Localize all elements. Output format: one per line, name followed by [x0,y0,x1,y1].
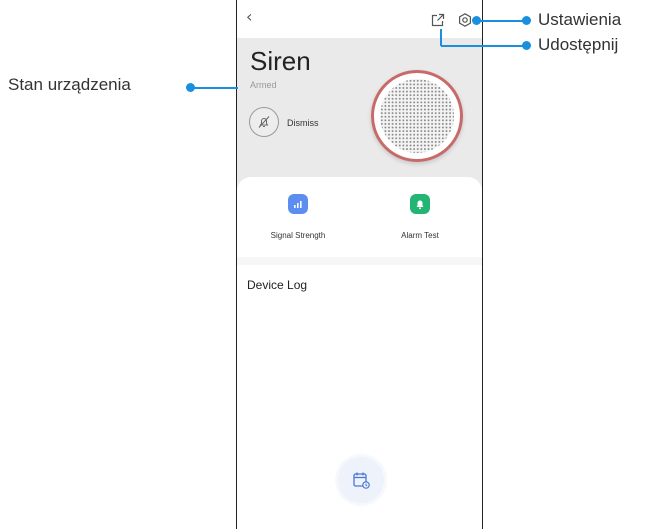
signal-strength-label[interactable]: Signal Strength [253,231,343,240]
device-title: Siren [250,46,311,76]
share-callout-line-vertical [440,29,442,46]
calendar-icon [353,472,370,489]
dismiss-label[interactable]: Dismiss [287,118,319,128]
settings-callout-line [476,20,526,22]
state-callout-dot [186,83,195,92]
share-icon[interactable] [431,13,445,27]
settings-callout-dot [522,16,531,25]
state-callout-label: Stan urządzenia [8,75,131,94]
settings-callout-dot [472,16,481,25]
gear-icon[interactable] [458,13,472,27]
top-bar: ‹ [237,0,482,38]
share-callout-label: Udostępnij [538,35,619,54]
device-state: Armed [250,80,277,90]
share-callout-dot [522,41,531,50]
calendar-filter-button[interactable] [338,457,384,503]
settings-callout-label: Ustawienia [538,10,622,29]
device-log-title: Device Log [247,278,308,292]
bell-icon[interactable] [410,194,430,214]
alarm-test-label[interactable]: Alarm Test [375,231,465,240]
phone-screen: ‹ Siren Armed Dismiss Signal Strength Al… [236,0,483,529]
share-callout-line [441,45,526,47]
state-callout-line [191,87,238,89]
bell-muted-icon [258,116,270,128]
dismiss-button[interactable] [249,107,279,137]
siren-device-image [371,70,463,162]
signal-strength-icon[interactable] [288,194,308,214]
divider [237,257,482,265]
back-arrow-icon[interactable]: ‹ [246,9,252,25]
